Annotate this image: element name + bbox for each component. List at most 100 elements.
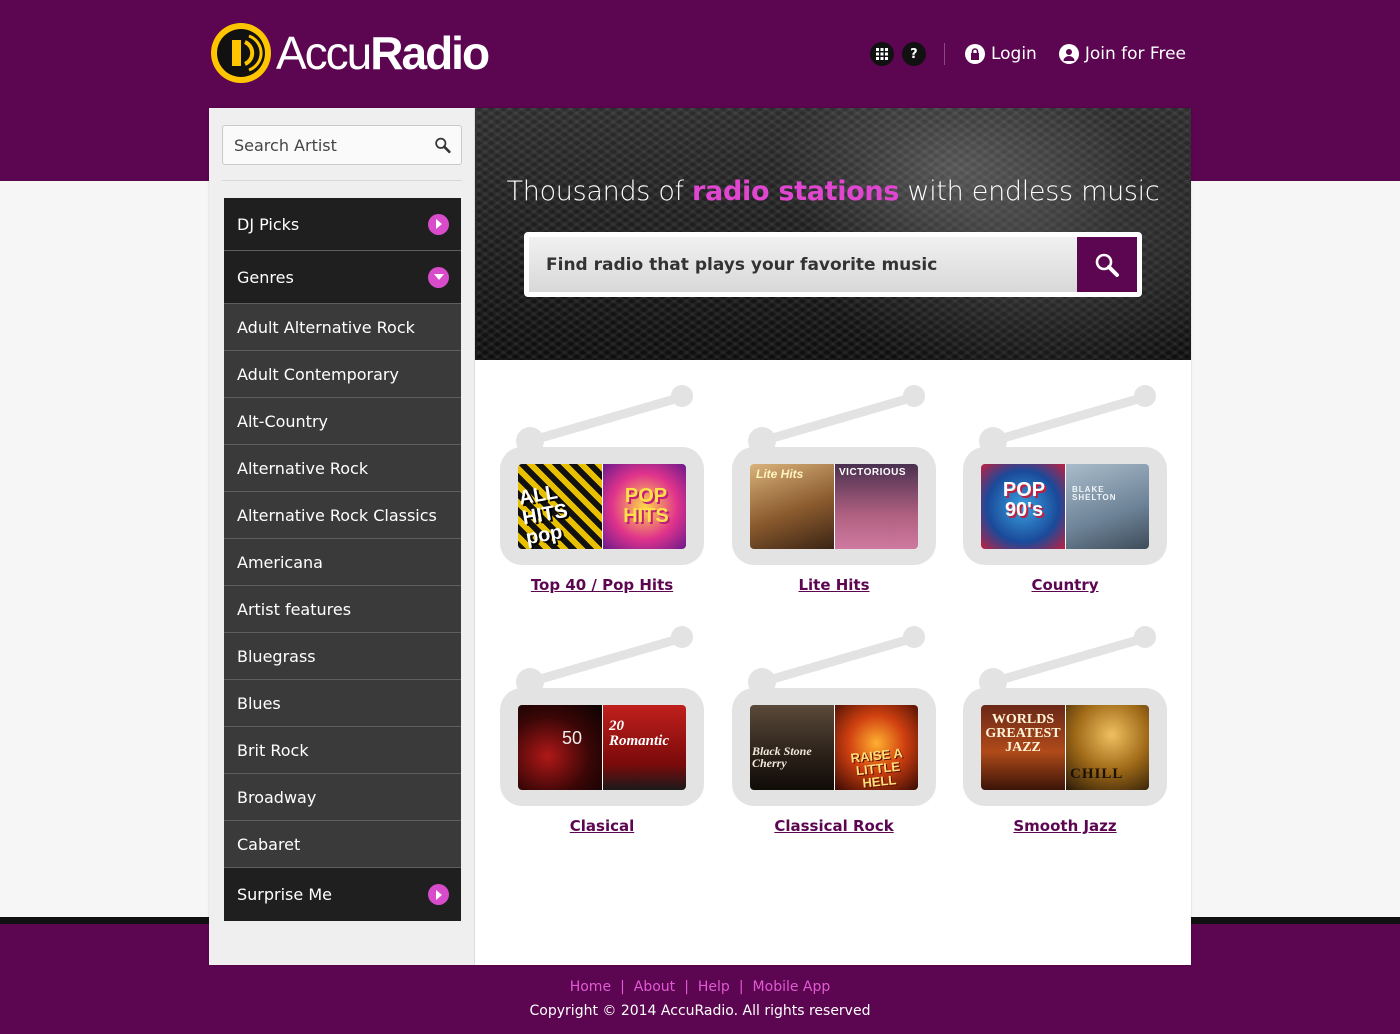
lock-icon [964, 44, 985, 64]
genre-item-alt-country[interactable]: Alt-Country [224, 398, 461, 445]
footer-link-home[interactable]: Home [570, 979, 611, 995]
hero-title: Thousands of radio stations with endless… [475, 176, 1191, 207]
sidebar-divider [222, 180, 462, 181]
hero-title-highlight: radio stations [692, 176, 900, 207]
grid-icon [875, 48, 888, 60]
login-label: Login [990, 44, 1037, 64]
album-cover-2: VICTORIOUS [834, 464, 918, 549]
footer-separator: | [620, 979, 625, 995]
genre-item-adult-alternative-rock[interactable]: Adult Alternative Rock [224, 304, 461, 351]
genres-label: Genres [237, 267, 294, 287]
genre-item-brit-rock[interactable]: Brit Rock [224, 727, 461, 774]
search-icon [1095, 253, 1119, 277]
station-tile-lite-hits[interactable]: Lite Hits VICTORIOUS Lite Hits [732, 385, 936, 600]
album-cover-2: CHILL [1065, 705, 1149, 790]
station-tile-top-40-pop-hits[interactable]: ALL HITS pop POP HITS Top 40 / Pop Hits [500, 385, 704, 600]
help-icon: ? [910, 46, 918, 62]
genre-item-americana[interactable]: Americana [224, 539, 461, 586]
hero-search-button[interactable] [1077, 237, 1137, 292]
main-card: DJ Picks Genres Adult Alternative Rock A… [209, 108, 1191, 965]
hero-search-box [524, 232, 1142, 297]
album-cover-title: BLAKE SHELTON [1072, 485, 1117, 502]
genre-item-alternative-rock[interactable]: Alternative Rock [224, 445, 461, 492]
search-artist-box [222, 125, 462, 165]
album-cover-title: 20 Romantic [609, 718, 670, 749]
footer-link-help[interactable]: Help [698, 979, 730, 995]
station-artwork: Black Stone Cherry RAISE A LITTLE HELL [750, 705, 918, 790]
copyright-text: Copyright © 2014 AccuRadio. All rights r… [529, 1003, 871, 1019]
album-cover-title: RAISE A LITTLE HELL [849, 745, 904, 790]
album-cover-2: 20 Romantic [602, 705, 686, 790]
footer-links: Home | About | Help | Mobile App [0, 979, 1400, 995]
header-actions: ? Login Join for Free [862, 41, 1186, 67]
album-cover-1: WORLDS GREATEST JAZZ [981, 705, 1065, 790]
station-label[interactable]: Classical Rock [732, 817, 936, 835]
station-label[interactable]: Smooth Jazz [963, 817, 1167, 835]
genre-item-blues[interactable]: Blues [224, 680, 461, 727]
logo-text-light: Accu [276, 27, 372, 79]
station-tile-smooth-jazz[interactable]: WORLDS GREATEST JAZZ CHILL Smooth Jazz [963, 626, 1167, 841]
hero-title-pre: Thousands of [506, 176, 693, 207]
album-cover-title: CHILL [1070, 766, 1124, 782]
album-cover-1: POP 90's [981, 464, 1065, 549]
logo-speaker-icon [211, 23, 271, 83]
station-tile-classical-rock[interactable]: Black Stone Cherry RAISE A LITTLE HELL C… [732, 626, 936, 841]
accuradio-logo[interactable]: AccuRadio [210, 22, 490, 84]
join-link[interactable]: Join for Free [1058, 44, 1186, 64]
album-cover-title: ALL HITS pop [518, 481, 570, 549]
album-cover-2: RAISE A LITTLE HELL [834, 705, 918, 790]
album-cover-title: Lite Hits [756, 467, 804, 481]
user-icon [1058, 44, 1079, 64]
station-label[interactable]: Top 40 / Pop Hits [500, 576, 704, 594]
surprise-me-item[interactable]: Surprise Me [224, 868, 461, 921]
logo-text: AccuRadio [276, 27, 490, 79]
login-link[interactable]: Login [964, 44, 1037, 64]
hero-banner: Thousands of radio stations with endless… [475, 108, 1191, 360]
station-artwork: 50 20 Romantic [518, 705, 686, 790]
station-artwork: POP 90's BLAKE SHELTON [981, 464, 1149, 549]
genre-item-cabaret[interactable]: Cabaret [224, 821, 461, 868]
station-artwork: WORLDS GREATEST JAZZ CHILL [981, 705, 1149, 790]
genre-item-bluegrass[interactable]: Bluegrass [224, 633, 461, 680]
genre-item-artist-features[interactable]: Artist features [224, 586, 461, 633]
join-label: Join for Free [1084, 44, 1186, 64]
footer-link-about[interactable]: About [634, 979, 675, 995]
station-tile-clasical[interactable]: 50 20 Romantic Clasical [500, 626, 704, 841]
logo-text-bold: Radio [370, 27, 490, 79]
album-cover-title: WORLDS GREATEST JAZZ [985, 712, 1061, 755]
genre-item-alternative-rock-classics[interactable]: Alternative Rock Classics [224, 492, 461, 539]
album-cover-title: Black Stone Cherry [752, 744, 812, 770]
station-tile-country[interactable]: POP 90's BLAKE SHELTON Country [963, 385, 1167, 600]
dj-picks-label: DJ Picks [237, 214, 300, 234]
footer-link-mobile-app[interactable]: Mobile App [753, 979, 831, 995]
footer-separator: | [738, 979, 744, 995]
station-label[interactable]: Country [963, 576, 1167, 594]
search-icon[interactable] [434, 135, 451, 155]
help-button[interactable]: ? [901, 42, 926, 66]
album-cover-2: POP HITS [602, 464, 686, 549]
album-cover-title: VICTORIOUS [839, 467, 907, 478]
search-artist-input[interactable] [234, 135, 434, 155]
chevron-right-icon [428, 884, 449, 905]
hero-search-input[interactable] [529, 237, 1077, 292]
album-cover-title: POP HITS [623, 485, 669, 527]
station-label[interactable]: Lite Hits [732, 576, 936, 594]
station-artwork: Lite Hits VICTORIOUS [750, 464, 918, 549]
genres-item[interactable]: Genres [224, 251, 461, 304]
dj-picks-item[interactable]: DJ Picks [224, 198, 461, 251]
station-artwork: ALL HITS pop POP HITS [518, 464, 686, 549]
genre-item-broadway[interactable]: Broadway [224, 774, 461, 821]
apps-grid-button[interactable] [869, 42, 894, 66]
chevron-down-icon [428, 266, 449, 288]
album-cover-2: BLAKE SHELTON [1065, 464, 1149, 549]
album-cover-1: Black Stone Cherry [750, 705, 834, 790]
genre-item-adult-contemporary[interactable]: Adult Contemporary [224, 351, 461, 398]
station-label[interactable]: Clasical [500, 817, 704, 835]
album-cover-1: ALL HITS pop [518, 464, 602, 549]
sidebar: DJ Picks Genres Adult Alternative Rock A… [209, 108, 475, 965]
album-cover-title: POP 90's [1002, 479, 1046, 521]
album-cover-title: 50 [562, 728, 583, 748]
surprise-me-label: Surprise Me [237, 885, 332, 904]
hero-title-post: with endless music [899, 176, 1160, 207]
footer-separator: | [684, 979, 689, 995]
